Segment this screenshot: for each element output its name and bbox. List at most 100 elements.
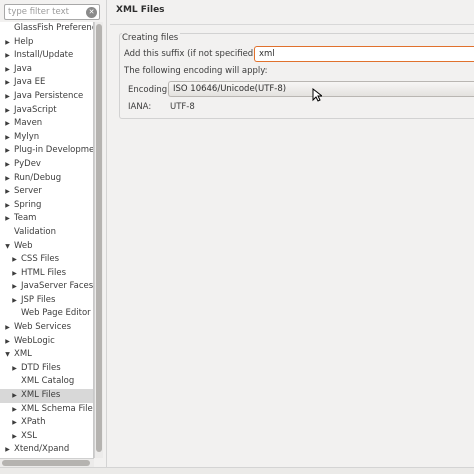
expand-arrow-icon[interactable]: ▶ [11, 267, 18, 281]
tree-item[interactable]: Web Page Editor [0, 307, 93, 321]
tree-item[interactable]: ▶ CSS Files [0, 253, 93, 267]
tree-item-label: Server [14, 186, 42, 197]
expand-arrow-icon[interactable]: ▶ [4, 321, 11, 335]
tree-item[interactable]: Validation [0, 226, 93, 240]
tree-item-label: Help [14, 36, 34, 47]
tree-item-label: DTD Files [21, 362, 61, 373]
tree-item-label: PyDev [14, 158, 41, 169]
tree-item-label: Spring [14, 199, 42, 210]
mouse-cursor-icon [312, 88, 322, 102]
expand-arrow-icon[interactable]: ▶ [4, 158, 11, 172]
tree-item[interactable]: ▶ DTD Files [0, 362, 93, 376]
tree-item[interactable]: ▶ Install/Update [0, 49, 93, 63]
tree-item[interactable]: ▶ HTML Files [0, 267, 93, 281]
expand-arrow-icon[interactable]: ▶ [4, 443, 11, 457]
tree-item[interactable]: ▶ XML Schema Files [0, 403, 93, 417]
tree-horizontal-scroll-thumb[interactable] [2, 460, 90, 466]
tree-item[interactable]: ▶ Team [0, 212, 93, 226]
tree-item-label: XSL [21, 430, 37, 441]
tree-item-label: XPath [21, 417, 46, 428]
iana-value: UTF-8 [170, 102, 195, 112]
tree-item[interactable]: XML Catalog [0, 375, 93, 389]
suffix-value: xml [259, 49, 275, 59]
tree-item[interactable]: ▶ JavaScript [0, 104, 93, 118]
filter-input[interactable]: type filter text ✕ [4, 4, 100, 20]
tree-item-label: XML Files [21, 390, 61, 401]
group-title: Creating files [122, 33, 181, 43]
panel-sash[interactable] [106, 0, 107, 474]
expand-arrow-icon[interactable]: ▶ [11, 362, 18, 376]
tree-item-label: Install/Update [14, 50, 74, 61]
tree-item[interactable]: ▶ Run/Debug [0, 172, 93, 186]
suffix-input[interactable]: xml [254, 46, 474, 62]
tree-item-label: Team [14, 213, 37, 224]
tree-item[interactable]: ▶ XSL [0, 430, 93, 444]
expand-arrow-icon[interactable]: ▶ [11, 389, 18, 403]
tree-item[interactable]: ▼ Web [0, 240, 93, 254]
expand-arrow-icon[interactable]: ▶ [4, 76, 11, 90]
tree-vertical-scrollbar[interactable] [94, 22, 103, 458]
tree-item[interactable]: ▶ Web Services [0, 321, 93, 335]
expand-arrow-icon[interactable]: ▶ [4, 63, 11, 77]
expand-arrow-icon[interactable]: ▶ [11, 403, 18, 417]
tree-item-label: Plug-in Development [14, 145, 93, 156]
tree-item[interactable]: ▶ PyDev [0, 158, 93, 172]
filter-placeholder: type filter text [8, 7, 69, 17]
expand-arrow-icon[interactable]: ▶ [11, 430, 18, 444]
tree-item[interactable]: ▶ Java EE [0, 76, 93, 90]
tree-item[interactable]: ▼ XML [0, 348, 93, 362]
tree-vertical-scroll-thumb[interactable] [96, 24, 102, 452]
expand-arrow-icon[interactable]: ▶ [4, 212, 11, 226]
encoding-value: ISO 10646/Unicode(UTF-8) [173, 84, 287, 94]
tree-item[interactable]: ▶ Xtend/Xpand [0, 443, 93, 457]
tree-item-label: JavaServer Faces Tools [21, 281, 93, 292]
tree-item[interactable]: ▶ Help [0, 36, 93, 50]
tree-item[interactable]: ▶ Java Persistence [0, 90, 93, 104]
bottom-bar [0, 467, 474, 474]
clear-filter-icon[interactable]: ✕ [86, 7, 97, 18]
expand-arrow-icon[interactable]: ▶ [4, 117, 11, 131]
tree-item[interactable]: ▶ Maven [0, 117, 93, 131]
tree-item-label: Java Persistence [14, 90, 84, 101]
expand-arrow-icon[interactable]: ▶ [4, 335, 11, 349]
collapse-arrow-icon[interactable]: ▼ [4, 240, 11, 254]
expand-arrow-icon[interactable]: ▶ [4, 172, 11, 186]
tree-item-label: XML Schema Files [21, 403, 93, 414]
tree-item[interactable]: ▶JavaServer Faces Tools [0, 280, 93, 294]
expand-arrow-icon[interactable]: ▶ [4, 131, 11, 145]
expand-arrow-icon[interactable]: ▶ [4, 49, 11, 63]
tree-item[interactable]: ▶ WebLogic [0, 335, 93, 349]
tree-item[interactable]: ▶ Java [0, 63, 93, 77]
tree-item[interactable]: ▶ XML Files [0, 389, 93, 403]
expand-arrow-icon[interactable]: ▶ [4, 36, 11, 50]
tree-item-label: Web Page Editor [21, 308, 91, 319]
encoding-label: Encoding: [128, 85, 171, 95]
expand-arrow-icon[interactable]: ▶ [4, 104, 11, 118]
expand-arrow-icon[interactable]: ▶ [4, 144, 11, 158]
tree-item[interactable]: ▶ Spring [0, 199, 93, 213]
iana-label: IANA: [128, 102, 152, 112]
tree-item[interactable]: ▶ Mylyn [0, 131, 93, 145]
tree-item[interactable]: ▶ XPath [0, 416, 93, 430]
collapse-arrow-icon[interactable]: ▼ [4, 348, 11, 362]
tree-item-label: Web [14, 240, 33, 251]
tree-item-label: Run/Debug [14, 172, 62, 183]
expand-arrow-icon[interactable]: ▶ [4, 199, 11, 213]
tree-item-label: HTML Files [21, 267, 67, 278]
tree-item-label: Maven [14, 118, 43, 129]
tree-item-label: WebLogic [14, 335, 55, 346]
tree-item[interactable]: GlassFish Preferences [0, 22, 93, 36]
expand-arrow-icon[interactable]: ▶ [11, 253, 18, 267]
tree-item[interactable]: ▶ JSP Files [0, 294, 93, 308]
expand-arrow-icon[interactable]: ▶ [11, 280, 18, 294]
tree-item[interactable]: ▶ Server [0, 185, 93, 199]
expand-arrow-icon[interactable]: ▶ [11, 294, 18, 308]
encoding-note: The following encoding will apply: [124, 66, 268, 76]
tree-item-label: Mylyn [14, 131, 40, 142]
expand-arrow-icon[interactable]: ▶ [11, 416, 18, 430]
tree-item[interactable]: ▶Plug-in Development [0, 144, 93, 158]
tree-item-label: CSS Files [21, 254, 60, 265]
tree-horizontal-scrollbar[interactable] [0, 458, 94, 467]
expand-arrow-icon[interactable]: ▶ [4, 185, 11, 199]
expand-arrow-icon[interactable]: ▶ [4, 90, 11, 104]
